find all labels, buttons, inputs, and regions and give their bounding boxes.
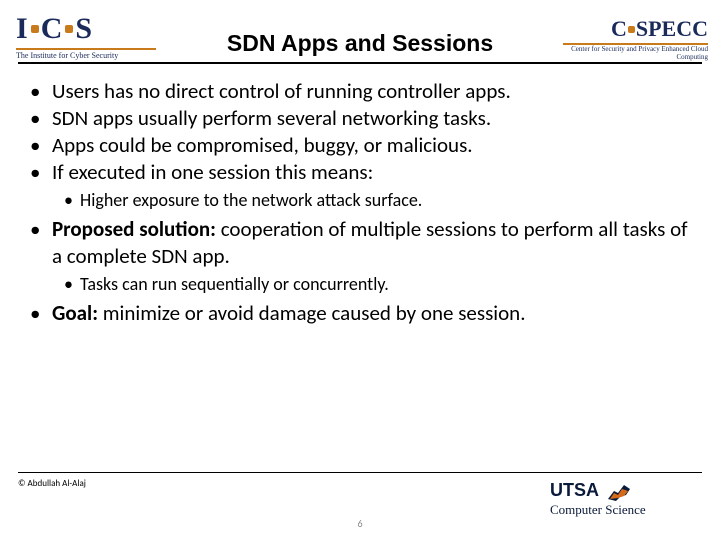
bullet-text: SDN apps usually perform several network… <box>52 105 491 131</box>
bullet-text: Apps could be compromised, buggy, or mal… <box>52 132 473 158</box>
footer: © Abdullah Al-Alaj 6 UTSA Computer Scien… <box>12 472 708 532</box>
ics-logo-text: ICS <box>16 12 166 46</box>
logo-ics: ICS The Institute for Cyber Security <box>16 12 166 60</box>
copyright: © Abdullah Al-Alaj <box>18 478 86 489</box>
sub-list-item: Higher exposure to the network attack su… <box>80 188 700 212</box>
list-item: Proposed solution: cooperation of multip… <box>48 216 700 296</box>
ics-subtitle: The Institute for Cyber Security <box>16 51 166 60</box>
list-item: Apps could be compromised, buggy, or mal… <box>48 132 700 159</box>
bullet-text: If executed in one session this means: <box>52 159 373 185</box>
content: Users has no direct control of running c… <box>20 78 700 327</box>
sub-list-item: Tasks can run sequentially or concurrent… <box>80 272 700 296</box>
header: ICS The Institute for Cyber Security SDN… <box>0 0 720 74</box>
sub-bullet-text: Tasks can run sequentially or concurrent… <box>80 273 389 295</box>
bullet-lead: Goal: <box>52 300 98 326</box>
page-number: 6 <box>357 517 362 530</box>
sub-list: Tasks can run sequentially or concurrent… <box>52 272 700 296</box>
bullet-text: Users has no direct control of running c… <box>52 78 511 104</box>
bullet-rest: minimize or avoid damage caused by one s… <box>98 300 526 326</box>
bullet-list: Users has no direct control of running c… <box>20 78 700 327</box>
cspecc-logo-text: CSPECC <box>558 16 708 42</box>
roadrunner-icon <box>606 481 632 503</box>
utsa-sub: Computer Science <box>550 502 700 518</box>
list-item: SDN apps usually perform several network… <box>48 105 700 132</box>
cspecc-subtitle: Center for Security and Privacy Enhanced… <box>558 46 708 61</box>
sub-bullet-text: Higher exposure to the network attack su… <box>80 189 422 211</box>
bullet-lead: Proposed solution: <box>52 216 216 242</box>
logo-utsa: UTSA Computer Science <box>550 480 700 518</box>
page-title: SDN Apps and Sessions <box>227 30 493 57</box>
list-item: Goal: minimize or avoid damage caused by… <box>48 300 700 327</box>
logo-cspecc: CSPECC Center for Security and Privacy E… <box>558 16 708 61</box>
footer-divider <box>18 472 702 473</box>
sub-list: Higher exposure to the network attack su… <box>52 188 700 212</box>
slide: ICS The Institute for Cyber Security SDN… <box>0 0 720 540</box>
list-item: If executed in one session this means: H… <box>48 159 700 212</box>
header-divider <box>18 62 702 64</box>
list-item: Users has no direct control of running c… <box>48 78 700 105</box>
utsa-text: UTSA <box>550 480 599 500</box>
